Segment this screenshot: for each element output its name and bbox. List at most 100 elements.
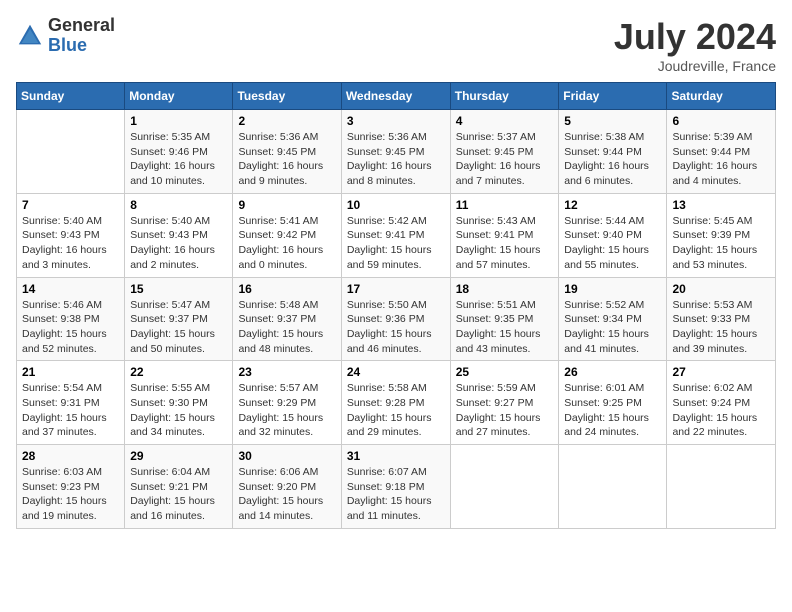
day-info: Sunrise: 5:50 AMSunset: 9:36 PMDaylight:… <box>347 298 445 357</box>
column-header-thursday: Thursday <box>450 83 559 110</box>
column-header-saturday: Saturday <box>667 83 776 110</box>
day-number: 18 <box>456 282 554 296</box>
day-number: 11 <box>456 198 554 212</box>
day-number: 3 <box>347 114 445 128</box>
calendar-week-row: 21 Sunrise: 5:54 AMSunset: 9:31 PMDayligh… <box>17 361 776 445</box>
calendar-cell: 4Sunrise: 5:37 AMSunset: 9:45 PMDaylight… <box>450 110 559 194</box>
column-header-tuesday: Tuesday <box>233 83 341 110</box>
day-info: Sunrise: 5:44 AMSunset: 9:40 PMDaylight:… <box>564 214 661 273</box>
calendar-cell: 10 Sunrise: 5:42 AMSunset: 9:41 PMDayligh… <box>341 193 450 277</box>
day-info: Sunrise: 6:02 AMSunset: 9:24 PMDaylight:… <box>672 381 770 440</box>
day-number: 8 <box>130 198 227 212</box>
day-info: Sunrise: 5:40 AMSunset: 9:43 PMDaylight:… <box>22 214 119 273</box>
calendar-table: SundayMondayTuesdayWednesdayThursdayFrid… <box>16 82 776 529</box>
calendar-cell: 13 Sunrise: 5:45 AMSunset: 9:39 PMDayligh… <box>667 193 776 277</box>
day-number: 20 <box>672 282 770 296</box>
column-header-monday: Monday <box>125 83 233 110</box>
calendar-cell: 1 Sunrise: 5:35 AMSunset: 9:46 PMDaylight… <box>125 110 233 194</box>
calendar-cell: 15 Sunrise: 5:47 AMSunset: 9:37 PMDayligh… <box>125 277 233 361</box>
calendar-cell: 17 Sunrise: 5:50 AMSunset: 9:36 PMDayligh… <box>341 277 450 361</box>
calendar-cell: 29 Sunrise: 6:04 AMSunset: 9:21 PMDayligh… <box>125 445 233 529</box>
calendar-cell <box>667 445 776 529</box>
day-number: 1 <box>130 114 227 128</box>
day-info: Sunrise: 5:55 AMSunset: 9:30 PMDaylight:… <box>130 381 227 440</box>
day-number: 7 <box>22 198 119 212</box>
calendar-cell: 19Sunrise: 5:52 AMSunset: 9:34 PMDayligh… <box>559 277 667 361</box>
calendar-cell: 21 Sunrise: 5:54 AMSunset: 9:31 PMDayligh… <box>17 361 125 445</box>
day-number: 5 <box>564 114 661 128</box>
day-info: Sunrise: 5:38 AMSunset: 9:44 PMDaylight:… <box>564 130 661 189</box>
calendar-cell: 3 Sunrise: 5:36 AMSunset: 9:45 PMDaylight… <box>341 110 450 194</box>
day-number: 29 <box>130 449 227 463</box>
day-number: 2 <box>238 114 335 128</box>
calendar-week-row: 28Sunrise: 6:03 AMSunset: 9:23 PMDayligh… <box>17 445 776 529</box>
column-header-wednesday: Wednesday <box>341 83 450 110</box>
page-header: General Blue July 2024 Joudreville, Fran… <box>16 16 776 74</box>
day-number: 27 <box>672 365 770 379</box>
calendar-cell: 12 Sunrise: 5:44 AMSunset: 9:40 PMDayligh… <box>559 193 667 277</box>
calendar-cell: 23Sunrise: 5:57 AMSunset: 9:29 PMDayligh… <box>233 361 341 445</box>
column-header-sunday: Sunday <box>17 83 125 110</box>
day-number: 25 <box>456 365 554 379</box>
calendar-location: Joudreville, France <box>614 58 776 74</box>
day-number: 15 <box>130 282 227 296</box>
day-number: 12 <box>564 198 661 212</box>
day-number: 21 <box>22 365 119 379</box>
logo-text: General Blue <box>48 16 115 56</box>
calendar-cell: 2Sunrise: 5:36 AMSunset: 9:45 PMDaylight… <box>233 110 341 194</box>
logo-blue-text: Blue <box>48 36 115 56</box>
day-info: Sunrise: 6:07 AMSunset: 9:18 PMDaylight:… <box>347 465 445 524</box>
day-number: 30 <box>238 449 335 463</box>
calendar-cell: 31Sunrise: 6:07 AMSunset: 9:18 PMDayligh… <box>341 445 450 529</box>
day-info: Sunrise: 5:53 AMSunset: 9:33 PMDaylight:… <box>672 298 770 357</box>
day-number: 17 <box>347 282 445 296</box>
calendar-cell: 25 Sunrise: 5:59 AMSunset: 9:27 PMDayligh… <box>450 361 559 445</box>
day-info: Sunrise: 5:42 AMSunset: 9:41 PMDaylight:… <box>347 214 445 273</box>
logo-icon <box>16 22 44 50</box>
calendar-cell: 20 Sunrise: 5:53 AMSunset: 9:33 PMDayligh… <box>667 277 776 361</box>
day-number: 28 <box>22 449 119 463</box>
day-info: Sunrise: 5:41 AMSunset: 9:42 PMDaylight:… <box>238 214 335 273</box>
day-info: Sunrise: 5:40 AMSunset: 9:43 PMDaylight:… <box>130 214 227 273</box>
day-info: Sunrise: 5:54 AMSunset: 9:31 PMDaylight:… <box>22 381 119 440</box>
calendar-cell: 7 Sunrise: 5:40 AMSunset: 9:43 PMDaylight… <box>17 193 125 277</box>
calendar-cell: 6Sunrise: 5:39 AMSunset: 9:44 PMDaylight… <box>667 110 776 194</box>
day-info: Sunrise: 5:45 AMSunset: 9:39 PMDaylight:… <box>672 214 770 273</box>
calendar-cell: 22Sunrise: 5:55 AMSunset: 9:30 PMDayligh… <box>125 361 233 445</box>
calendar-cell: 9 Sunrise: 5:41 AMSunset: 9:42 PMDaylight… <box>233 193 341 277</box>
day-number: 9 <box>238 198 335 212</box>
title-block: July 2024 Joudreville, France <box>614 16 776 74</box>
calendar-cell: 18 Sunrise: 5:51 AMSunset: 9:35 PMDayligh… <box>450 277 559 361</box>
calendar-week-row: 14Sunrise: 5:46 AMSunset: 9:38 PMDayligh… <box>17 277 776 361</box>
day-info: Sunrise: 5:43 AMSunset: 9:41 PMDaylight:… <box>456 214 554 273</box>
day-number: 23 <box>238 365 335 379</box>
day-info: Sunrise: 6:04 AMSunset: 9:21 PMDaylight:… <box>130 465 227 524</box>
day-number: 13 <box>672 198 770 212</box>
calendar-cell: 24Sunrise: 5:58 AMSunset: 9:28 PMDayligh… <box>341 361 450 445</box>
calendar-cell <box>559 445 667 529</box>
day-number: 4 <box>456 114 554 128</box>
calendar-header-row: SundayMondayTuesdayWednesdayThursdayFrid… <box>17 83 776 110</box>
day-info: Sunrise: 5:47 AMSunset: 9:37 PMDaylight:… <box>130 298 227 357</box>
calendar-cell: 30 Sunrise: 6:06 AMSunset: 9:20 PMDayligh… <box>233 445 341 529</box>
logo: General Blue <box>16 16 115 56</box>
calendar-cell: 14Sunrise: 5:46 AMSunset: 9:38 PMDayligh… <box>17 277 125 361</box>
logo-general-text: General <box>48 16 115 36</box>
calendar-cell: 11 Sunrise: 5:43 AMSunset: 9:41 PMDayligh… <box>450 193 559 277</box>
day-info: Sunrise: 5:39 AMSunset: 9:44 PMDaylight:… <box>672 130 770 189</box>
calendar-cell: 26Sunrise: 6:01 AMSunset: 9:25 PMDayligh… <box>559 361 667 445</box>
calendar-week-row: 1 Sunrise: 5:35 AMSunset: 9:46 PMDaylight… <box>17 110 776 194</box>
calendar-cell: 27 Sunrise: 6:02 AMSunset: 9:24 PMDayligh… <box>667 361 776 445</box>
day-info: Sunrise: 5:35 AMSunset: 9:46 PMDaylight:… <box>130 130 227 189</box>
calendar-cell: 28Sunrise: 6:03 AMSunset: 9:23 PMDayligh… <box>17 445 125 529</box>
day-info: Sunrise: 5:58 AMSunset: 9:28 PMDaylight:… <box>347 381 445 440</box>
day-number: 10 <box>347 198 445 212</box>
day-info: Sunrise: 5:59 AMSunset: 9:27 PMDaylight:… <box>456 381 554 440</box>
day-info: Sunrise: 5:36 AMSunset: 9:45 PMDaylight:… <box>347 130 445 189</box>
calendar-header: SundayMondayTuesdayWednesdayThursdayFrid… <box>17 83 776 110</box>
calendar-week-row: 7 Sunrise: 5:40 AMSunset: 9:43 PMDaylight… <box>17 193 776 277</box>
day-number: 14 <box>22 282 119 296</box>
calendar-cell: 8 Sunrise: 5:40 AMSunset: 9:43 PMDaylight… <box>125 193 233 277</box>
day-info: Sunrise: 6:06 AMSunset: 9:20 PMDaylight:… <box>238 465 335 524</box>
day-info: Sunrise: 5:51 AMSunset: 9:35 PMDaylight:… <box>456 298 554 357</box>
